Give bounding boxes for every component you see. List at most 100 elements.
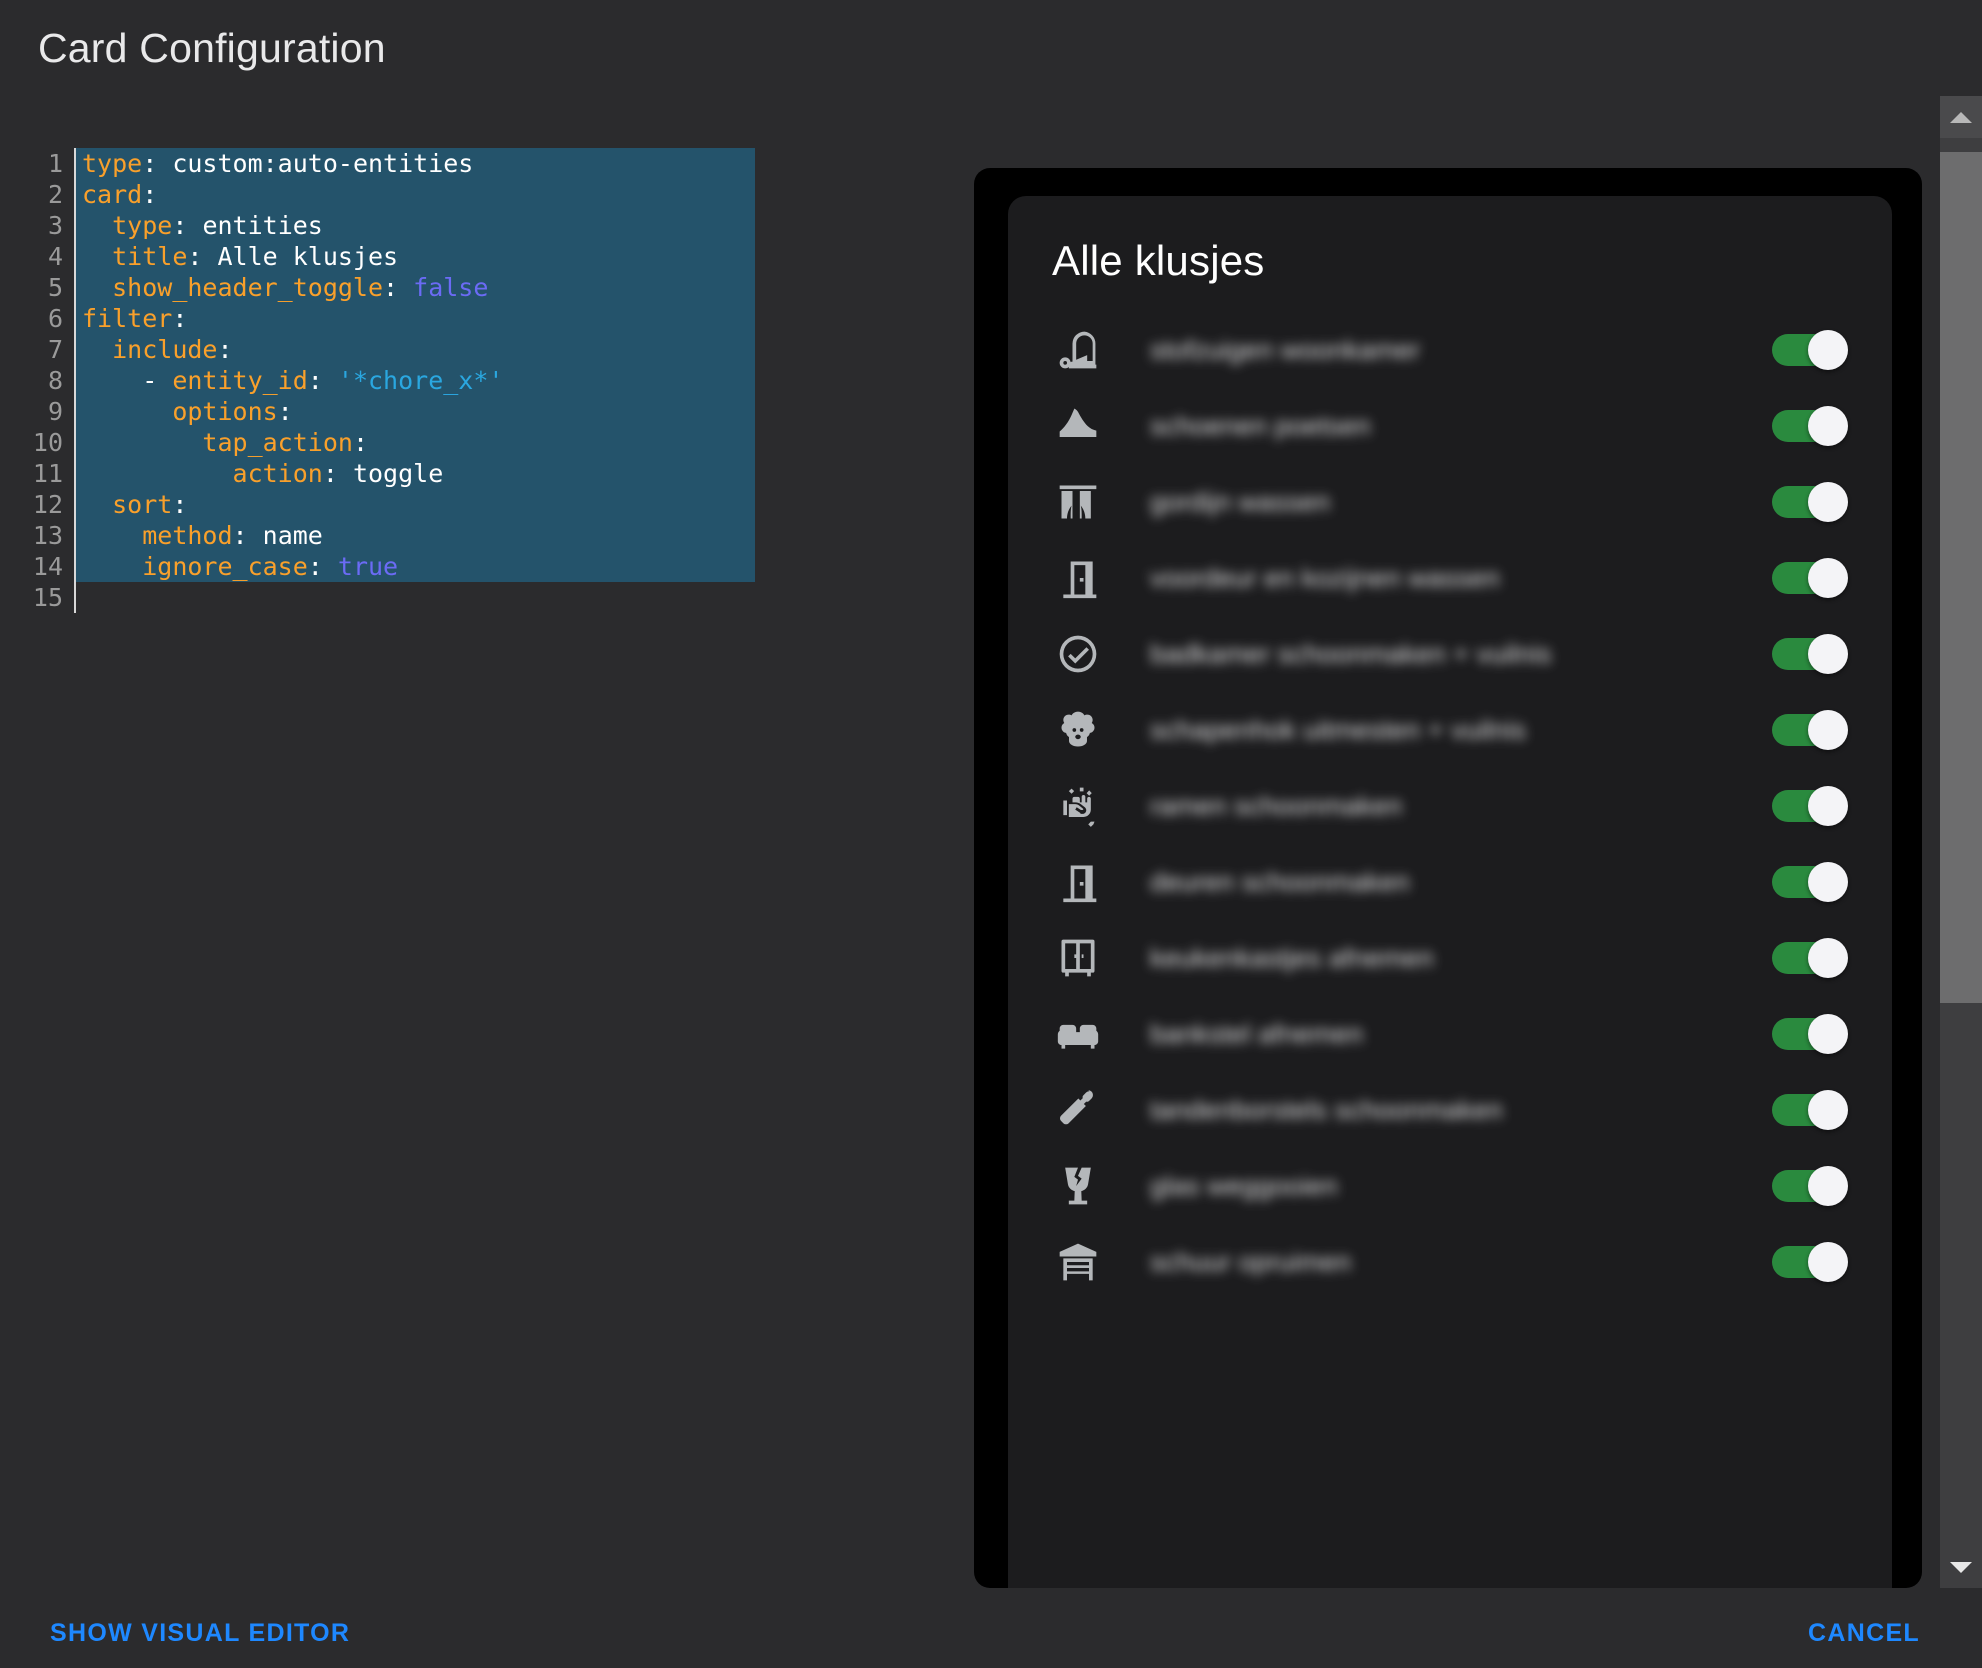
code-line[interactable]: 14 ignore_case: true bbox=[29, 551, 755, 582]
entity-row[interactable]: bankstel afnemen bbox=[1008, 996, 1892, 1072]
code-line[interactable]: 2 card: bbox=[29, 179, 755, 210]
entity-row[interactable]: schoenen poetsen bbox=[1008, 388, 1892, 464]
code-token: : bbox=[383, 273, 414, 302]
entity-toggle-switch[interactable] bbox=[1772, 558, 1848, 598]
entity-name-label: schuur opruimen bbox=[1150, 1247, 1352, 1277]
code-token: entity_id bbox=[172, 366, 308, 395]
code-lines[interactable]: 1 type: custom:auto-entities 2 card: 3 type:… bbox=[29, 148, 755, 613]
code-line[interactable]: 4 title: Alle klusjes bbox=[29, 241, 755, 272]
hand-wash-icon[interactable] bbox=[1052, 780, 1104, 832]
entity-toggle-switch[interactable] bbox=[1772, 634, 1848, 674]
code-token: tap_action bbox=[202, 428, 353, 457]
show-visual-editor-button[interactable]: SHOW VISUAL EDITOR bbox=[50, 1619, 350, 1648]
entity-row[interactable]: keukenkastjes afnemen bbox=[1008, 920, 1892, 996]
entity-row[interactable]: gordijn wassen bbox=[1008, 464, 1892, 540]
line-number: 7 bbox=[47, 335, 63, 364]
page-title: Card Configuration bbox=[38, 25, 386, 71]
line-number: 10 bbox=[32, 428, 63, 457]
entities-card: Alle klusjes stofzuigen woonkamer schoene… bbox=[1008, 196, 1892, 1588]
code-line-text: card: bbox=[76, 179, 755, 210]
check-circle-icon[interactable] bbox=[1052, 628, 1104, 680]
code-token: options bbox=[172, 397, 278, 426]
code-line-text: type: custom:auto-entities bbox=[76, 148, 755, 179]
code-line[interactable]: 10 tap_action: bbox=[29, 427, 755, 458]
entity-row[interactable]: voordeur en kozijnen wassen bbox=[1008, 540, 1892, 616]
toggle-knob bbox=[1808, 634, 1848, 674]
cancel-button[interactable]: CANCEL bbox=[1808, 1619, 1920, 1648]
wardrobe-icon[interactable] bbox=[1052, 932, 1104, 984]
code-line-text: action: toggle bbox=[76, 458, 755, 489]
entity-toggle-switch[interactable] bbox=[1772, 482, 1848, 522]
code-line[interactable]: 11 action: toggle bbox=[29, 458, 755, 489]
entity-toggle-switch[interactable] bbox=[1772, 862, 1848, 902]
code-line[interactable]: 15 bbox=[29, 582, 755, 613]
entity-name-label: badkamer schoonmaken + vuilnis bbox=[1150, 639, 1552, 669]
entity-row[interactable]: stofzuigen woonkamer bbox=[1008, 312, 1892, 388]
entity-toggle-switch[interactable] bbox=[1772, 330, 1848, 370]
toggle-knob bbox=[1808, 1242, 1848, 1282]
entity-toggle-switch[interactable] bbox=[1772, 1242, 1848, 1282]
entity-toggle-switch[interactable] bbox=[1772, 1014, 1848, 1054]
curtains-icon[interactable] bbox=[1052, 476, 1104, 528]
entity-row[interactable]: ramen schoonmaken bbox=[1008, 768, 1892, 844]
yaml-code-editor[interactable]: 1 type: custom:auto-entities 2 card: 3 type:… bbox=[29, 148, 755, 1538]
entity-row[interactable]: deuren schoonmaken bbox=[1008, 844, 1892, 920]
entity-name-label: ramen schoonmaken bbox=[1150, 791, 1403, 821]
entity-toggle-switch[interactable] bbox=[1772, 406, 1848, 446]
line-number: 12 bbox=[32, 490, 63, 519]
entity-row[interactable]: schuur opruimen bbox=[1008, 1224, 1892, 1300]
toggle-knob bbox=[1808, 482, 1848, 522]
code-line-text: title: Alle klusjes bbox=[76, 241, 755, 272]
code-token: sort bbox=[112, 490, 173, 519]
code-line[interactable]: 8 - entity_id: '*chore_x*' bbox=[29, 365, 755, 396]
entity-name-label: schapenhok uitmesten + vuilnis bbox=[1150, 715, 1526, 745]
line-number: 9 bbox=[47, 397, 63, 426]
broken-glass-icon[interactable] bbox=[1052, 1160, 1104, 1212]
code-line[interactable]: 6 filter: bbox=[29, 303, 755, 334]
code-token: : bbox=[352, 428, 368, 457]
code-line[interactable]: 7 include: bbox=[29, 334, 755, 365]
line-number: 15 bbox=[32, 583, 63, 612]
scrollbar-thumb[interactable] bbox=[1940, 152, 1982, 1003]
code-line-text: show_header_toggle: false bbox=[76, 272, 755, 303]
toggle-knob bbox=[1808, 558, 1848, 598]
code-line[interactable]: 1 type: custom:auto-entities bbox=[29, 148, 755, 179]
code-line[interactable]: 9 options: bbox=[29, 396, 755, 427]
code-line[interactable]: 13 method: name bbox=[29, 520, 755, 551]
vacuum-icon[interactable] bbox=[1052, 324, 1104, 376]
door-icon[interactable] bbox=[1052, 856, 1104, 908]
entity-toggle-switch[interactable] bbox=[1772, 710, 1848, 750]
code-line[interactable]: 3 type: entities bbox=[29, 210, 755, 241]
code-token: name bbox=[262, 521, 323, 550]
entity-toggle-switch[interactable] bbox=[1772, 1166, 1848, 1206]
code-token: : bbox=[172, 211, 203, 240]
scroll-up-button[interactable] bbox=[1940, 96, 1982, 138]
door-icon[interactable] bbox=[1052, 552, 1104, 604]
code-token: : bbox=[217, 335, 233, 364]
entity-row[interactable]: badkamer schoonmaken + vuilnis bbox=[1008, 616, 1892, 692]
sheep-icon[interactable] bbox=[1052, 704, 1104, 756]
code-token: : bbox=[187, 242, 218, 271]
entity-toggle-switch[interactable] bbox=[1772, 786, 1848, 826]
card-title: Alle klusjes bbox=[1052, 237, 1265, 284]
vertical-scrollbar[interactable] bbox=[1940, 96, 1982, 1588]
entity-row[interactable]: tandenborstels schoonmaken bbox=[1008, 1072, 1892, 1148]
code-token: method bbox=[142, 521, 233, 550]
code-line[interactable]: 12 sort: bbox=[29, 489, 755, 520]
code-token: custom:auto-entities bbox=[172, 149, 474, 178]
code-token: include bbox=[112, 335, 218, 364]
code-token: card bbox=[82, 180, 143, 209]
sofa-icon[interactable] bbox=[1052, 1008, 1104, 1060]
entity-row[interactable]: glas weggooien bbox=[1008, 1148, 1892, 1224]
toothbrush-icon[interactable] bbox=[1052, 1084, 1104, 1136]
scroll-down-button[interactable] bbox=[1940, 1546, 1982, 1588]
high-heel-icon[interactable] bbox=[1052, 400, 1104, 452]
entity-row[interactable]: schapenhok uitmesten + vuilnis bbox=[1008, 692, 1892, 768]
code-line[interactable]: 5 show_header_toggle: false bbox=[29, 272, 755, 303]
garage-icon[interactable] bbox=[1052, 1236, 1104, 1288]
line-number: 1 bbox=[47, 149, 63, 178]
entity-toggle-switch[interactable] bbox=[1772, 1090, 1848, 1130]
entity-toggle-switch[interactable] bbox=[1772, 938, 1848, 978]
